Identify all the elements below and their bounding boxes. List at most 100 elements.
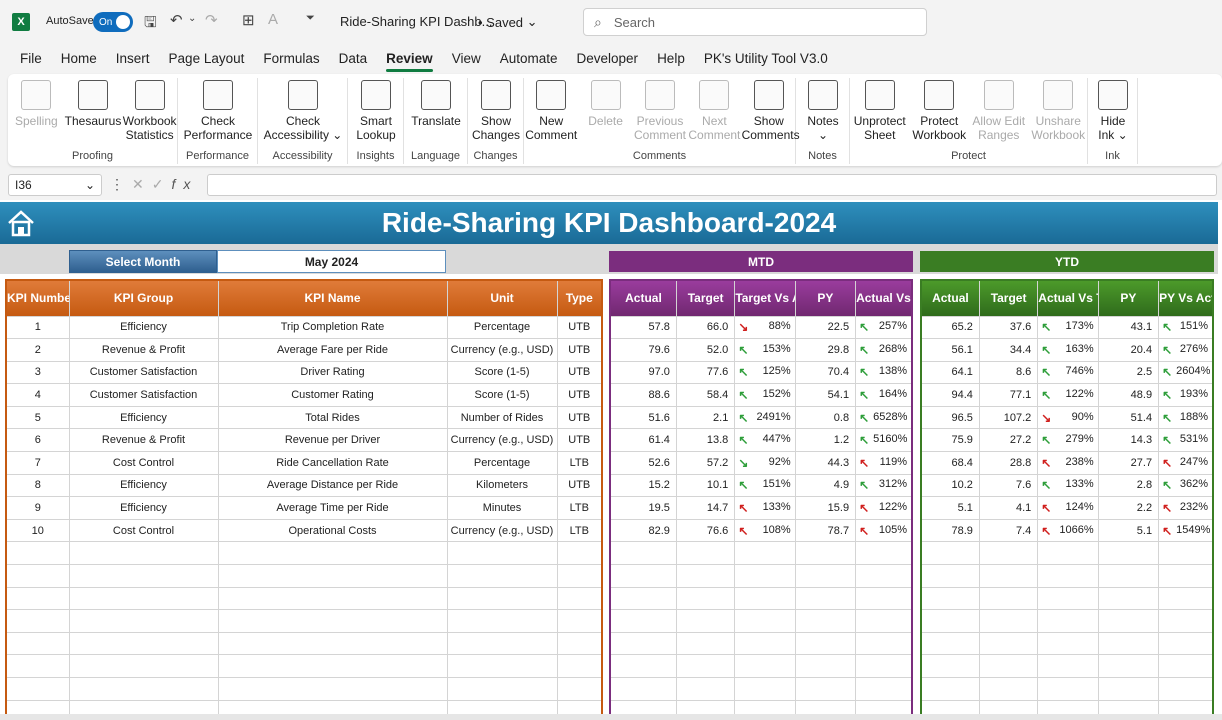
mtd-target-cell[interactable]: 13.8 (675, 428, 736, 453)
save-icon[interactable]: 🖫 (144, 12, 157, 37)
empty-cell[interactable] (217, 654, 448, 678)
ytd-py-cell[interactable]: 27.7 (1097, 451, 1160, 475)
mtd-target-vs-actual-cell[interactable]: ↖ 108% (734, 518, 796, 543)
empty-cell[interactable] (609, 654, 677, 678)
mtd-py-cell[interactable]: 22.5 (794, 315, 857, 340)
ytd-py-vs-actual-cell[interactable]: ↖ 232% (1158, 496, 1214, 520)
empty-cell[interactable] (1037, 631, 1099, 656)
empty-cell[interactable] (68, 609, 219, 633)
mtd-actual-cell[interactable]: 57.8 (609, 315, 677, 340)
kpi-number-cell[interactable]: 9 (5, 496, 70, 520)
empty-cell[interactable] (556, 609, 603, 633)
empty-cell[interactable] (978, 631, 1039, 656)
mtd-py-cell[interactable]: 15.9 (794, 496, 857, 520)
unit-cell[interactable]: Currency (e.g., USD) (446, 428, 558, 453)
ytd-actual-vs-target-cell[interactable]: ↖ 133% (1037, 473, 1099, 498)
menu-data[interactable]: Data (339, 47, 368, 70)
formula-input[interactable] (207, 174, 1217, 196)
empty-cell[interactable] (794, 541, 857, 566)
mtd-actual-cell[interactable]: 52.6 (609, 451, 677, 475)
mtd-target-cell[interactable]: 57.2 (675, 451, 736, 475)
mtd-actual-cell[interactable]: 82.9 (609, 518, 677, 543)
spelling-button[interactable]: Spelling (8, 80, 65, 128)
empty-cell[interactable] (734, 609, 796, 633)
ytd-actual-cell[interactable]: 56.1 (920, 338, 980, 362)
mtd-actual-cell[interactable]: 97.0 (609, 360, 677, 385)
empty-cell[interactable] (1158, 631, 1214, 656)
column-header[interactable]: Actual Vs PY (855, 279, 913, 317)
kpi-number-cell[interactable]: 5 (5, 405, 70, 430)
column-header[interactable]: Target Vs Actual (734, 279, 796, 317)
type-cell[interactable]: LTB (556, 451, 603, 475)
ytd-py-vs-actual-cell[interactable]: ↖ 362% (1158, 473, 1214, 498)
ytd-actual-cell[interactable]: 65.2 (920, 315, 980, 340)
unit-cell[interactable]: Percentage (446, 451, 558, 475)
empty-cell[interactable] (734, 631, 796, 656)
empty-cell[interactable] (217, 564, 448, 588)
menu-review[interactable]: Review (386, 47, 433, 72)
empty-cell[interactable] (734, 564, 796, 588)
empty-cell[interactable] (794, 654, 857, 678)
ytd-py-cell[interactable]: 2.5 (1097, 360, 1160, 385)
mtd-actual-vs-py-cell[interactable]: ↖ 105% (855, 518, 913, 543)
empty-cell[interactable] (446, 609, 558, 633)
empty-cell[interactable] (609, 541, 677, 566)
mtd-actual-cell[interactable]: 19.5 (609, 496, 677, 520)
type-cell[interactable]: UTB (556, 428, 603, 453)
unit-cell[interactable]: Percentage (446, 315, 558, 340)
ytd-actual-cell[interactable]: 96.5 (920, 405, 980, 430)
ytd-target-cell[interactable]: 7.4 (978, 518, 1039, 543)
ytd-py-vs-actual-cell[interactable]: ↖ 247% (1158, 451, 1214, 475)
ytd-py-vs-actual-cell[interactable]: ↖ 151% (1158, 315, 1214, 340)
kpi-group-cell[interactable]: Efficiency (68, 496, 219, 520)
type-cell[interactable]: UTB (556, 473, 603, 498)
ytd-py-vs-actual-cell[interactable]: ↖ 531% (1158, 428, 1214, 453)
empty-cell[interactable] (217, 609, 448, 633)
ytd-py-vs-actual-cell[interactable]: ↖ 188% (1158, 405, 1214, 430)
empty-cell[interactable] (1037, 654, 1099, 678)
ytd-target-cell[interactable]: 8.6 (978, 360, 1039, 385)
empty-cell[interactable] (1158, 654, 1214, 678)
smart-lookup-button[interactable]: Smart Lookup (348, 80, 404, 142)
unit-cell[interactable]: Currency (e.g., USD) (446, 518, 558, 543)
fx-icon[interactable]: fx (171, 176, 198, 192)
empty-cell[interactable] (794, 564, 857, 588)
show-changes-button[interactable]: Show Changes (468, 80, 524, 142)
more-options-icon[interactable]: ⋮ (110, 176, 132, 192)
empty-cell[interactable] (794, 677, 857, 701)
empty-cell[interactable] (446, 586, 558, 611)
hide-ink-button[interactable]: Hide Ink ⌄ (1088, 80, 1138, 142)
column-header[interactable]: Actual Vs Target (1037, 279, 1099, 317)
font-color-icon[interactable]: A (268, 11, 278, 28)
empty-cell[interactable] (855, 586, 913, 611)
kpi-number-cell[interactable]: 3 (5, 360, 70, 385)
type-cell[interactable]: LTB (556, 496, 603, 520)
mtd-target-vs-actual-cell[interactable]: ↖ 152% (734, 383, 796, 407)
ytd-actual-cell[interactable]: 68.4 (920, 451, 980, 475)
kpi-group-cell[interactable]: Customer Satisfaction (68, 383, 219, 407)
saved-status[interactable]: • Saved ⌄ (478, 14, 538, 30)
kpi-group-cell[interactable]: Efficiency (68, 405, 219, 430)
ytd-target-cell[interactable]: 77.1 (978, 383, 1039, 407)
empty-cell[interactable] (1037, 677, 1099, 701)
show-comments-button[interactable]: Show Comments (742, 80, 800, 142)
empty-cell[interactable] (68, 654, 219, 678)
mtd-py-cell[interactable]: 44.3 (794, 451, 857, 475)
empty-cell[interactable] (1097, 677, 1160, 701)
kpi-name-cell[interactable]: Revenue per Driver (217, 428, 448, 453)
empty-cell[interactable] (920, 586, 980, 611)
empty-cell[interactable] (675, 586, 736, 611)
column-header[interactable]: KPI Number (5, 279, 70, 317)
ytd-actual-vs-target-cell[interactable]: ↖ 124% (1037, 496, 1099, 520)
empty-cell[interactable] (1097, 654, 1160, 678)
mtd-actual-cell[interactable]: 51.6 (609, 405, 677, 430)
mtd-target-cell[interactable]: 76.6 (675, 518, 736, 543)
kpi-name-cell[interactable]: Operational Costs (217, 518, 448, 543)
ytd-actual-vs-target-cell[interactable]: ↖ 173% (1037, 315, 1099, 340)
ytd-actual-vs-target-cell[interactable]: ↘ 90% (1037, 405, 1099, 430)
empty-cell[interactable] (556, 564, 603, 588)
empty-cell[interactable] (556, 654, 603, 678)
empty-cell[interactable] (920, 677, 980, 701)
empty-cell[interactable] (1097, 541, 1160, 566)
ytd-py-vs-actual-cell[interactable]: ↖ 2604% (1158, 360, 1214, 385)
